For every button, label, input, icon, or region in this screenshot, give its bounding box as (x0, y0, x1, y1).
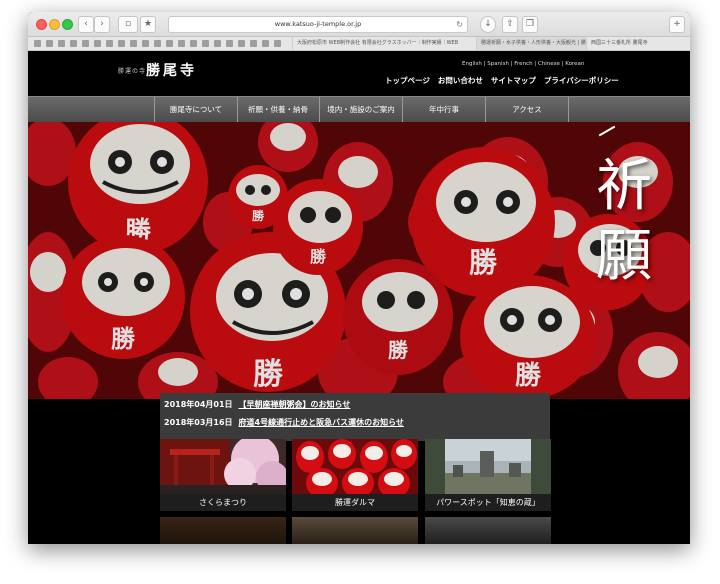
news-item: 2018年04月01日 【早朝座禅朝粥会】のお知らせ (164, 399, 350, 410)
maximize-window-button[interactable] (62, 19, 73, 30)
hero-title-char: 願 (596, 224, 652, 289)
nav-item-access[interactable]: アクセス (486, 97, 569, 123)
address-bar[interactable]: www.katsuo-ji-temple.or.jp ↻ (168, 16, 468, 33)
browser-tab[interactable]: 西国三十三番札所 勝尾寺 (586, 37, 690, 50)
nav-item-about[interactable]: 勝尾寺について (154, 97, 238, 123)
language-links[interactable]: English | Spanish | French | Chinese | K… (462, 61, 584, 67)
browser-tab[interactable]: 勝運祈願・水子供養・人形供養・大阪観光 | 勝尾寺 (476, 37, 586, 50)
logo-tagline: 勝運の寺 (118, 68, 147, 75)
bookmark-icon[interactable] (118, 40, 125, 47)
bookmark-icon[interactable] (250, 40, 257, 47)
bookmark-icon[interactable] (130, 40, 137, 47)
news-link[interactable]: 【早朝座禅朝粥会】のお知らせ (239, 400, 351, 409)
sidebar-button[interactable]: ▫ (118, 16, 138, 33)
feature-tile-sakura[interactable]: さくらまつり (160, 439, 286, 511)
hero-title-char: 祈 (596, 154, 652, 219)
browser-titlebar: ‹ › ▫ ★ www.katsuo-ji-temple.or.jp ↻ ↓ ⇧… (28, 12, 690, 37)
sakura-image (160, 439, 286, 494)
minimize-window-button[interactable] (49, 19, 60, 30)
bookmark-icon[interactable] (46, 40, 53, 47)
share-button[interactable]: ★ (140, 16, 156, 33)
url-text: www.katsuo-ji-temple.or.jp (274, 20, 362, 28)
top-link-sitemap[interactable]: サイトマップ (491, 76, 536, 85)
reload-icon[interactable]: ↻ (456, 17, 463, 32)
top-links: トップページ お問い合わせ サイトマップ プライバシーポリシー (385, 75, 627, 86)
close-window-button[interactable] (36, 19, 47, 30)
site-logo[interactable]: 勝尾寺 (146, 60, 197, 80)
bookmark-icon[interactable] (106, 40, 113, 47)
tabs-overview-button[interactable]: ❐ (522, 16, 538, 33)
site-header: 勝運の寺 勝尾寺 English | Spanish | French | Ch… (28, 51, 690, 96)
bookmark-icon[interactable] (58, 40, 65, 47)
bookmark-icon[interactable] (166, 40, 173, 47)
tile-caption: さくらまつり (160, 494, 286, 511)
feature-tile[interactable] (160, 517, 286, 544)
browser-window: ‹ › ▫ ★ www.katsuo-ji-temple.or.jp ↻ ↓ ⇧… (28, 12, 690, 544)
nav-item-prayer[interactable]: 祈願・供養・納骨 (237, 97, 320, 123)
bookmark-icon[interactable] (202, 40, 209, 47)
bookmark-icon[interactable] (34, 40, 41, 47)
back-button[interactable]: ‹ (78, 16, 94, 33)
bookmark-icon[interactable] (274, 40, 281, 47)
news-date: 2018年04月01日 (164, 400, 233, 409)
top-link-privacy[interactable]: プライバシーポリシー (544, 76, 619, 85)
bookmark-icon[interactable] (70, 40, 77, 47)
daruma-image (292, 439, 418, 494)
bookmark-icon[interactable] (262, 40, 269, 47)
browser-tab[interactable]: 大阪府松原市 WEB制作会社 有限会社グラスホッパー｜制作実績｜WEB (292, 37, 477, 50)
feature-tile[interactable] (425, 517, 551, 544)
hero-image: 勝 勝 勝 (28, 122, 690, 399)
news-link[interactable]: 府道4号線通行止めと阪急バス運休のお知らせ (239, 418, 404, 427)
bookmark-icon[interactable] (94, 40, 101, 47)
news-item: 2018年03月16日 府道4号線通行止めと阪急バス運休のお知らせ (164, 417, 404, 428)
share-icon[interactable]: ⇧ (502, 16, 518, 33)
tile-caption: 勝運ダルマ (292, 494, 418, 511)
top-link-contact[interactable]: お問い合わせ (438, 76, 483, 85)
tile-caption: パワースポット「知恵の蔵」 (425, 494, 551, 511)
tile-image (425, 517, 551, 544)
bookmark-icon[interactable] (82, 40, 89, 47)
new-tab-button[interactable]: + (669, 16, 685, 33)
nav-item-events[interactable]: 年中行事 (403, 97, 486, 123)
bookmark-icon[interactable] (142, 40, 149, 47)
bookmark-icon[interactable] (178, 40, 185, 47)
feature-tile-daruma[interactable]: 勝運ダルマ (292, 439, 418, 511)
bookmark-icon[interactable] (214, 40, 221, 47)
download-button[interactable]: ↓ (480, 16, 496, 33)
bookmark-icon[interactable] (226, 40, 233, 47)
tile-image (160, 517, 286, 544)
top-link-home[interactable]: トップページ (385, 76, 430, 85)
main-nav: 勝尾寺について 祈願・供養・納骨 境内・施設のご案内 年中行事 アクセス (28, 96, 690, 124)
tile-image (292, 517, 418, 544)
bookmark-icon[interactable] (154, 40, 161, 47)
hero-title: 祈 願 (584, 152, 664, 292)
powerspot-image (425, 439, 551, 494)
bookmark-icon[interactable] (190, 40, 197, 47)
news-box: 2018年04月01日 【早朝座禅朝粥会】のお知らせ 2018年03月16日 府道4… (160, 393, 550, 441)
nav-item-grounds[interactable]: 境内・施設のご案内 (320, 97, 403, 123)
bookmark-icon[interactable] (238, 40, 245, 47)
forward-button[interactable]: › (94, 16, 110, 33)
news-date: 2018年03月16日 (164, 418, 233, 427)
bookmarks-bar: 大阪府松原市 WEB制作会社 有限会社グラスホッパー｜制作実績｜WEB 勝運祈願… (28, 37, 690, 51)
feature-tile[interactable] (292, 517, 418, 544)
feature-tile-powerspot[interactable]: パワースポット「知恵の蔵」 (425, 439, 551, 511)
